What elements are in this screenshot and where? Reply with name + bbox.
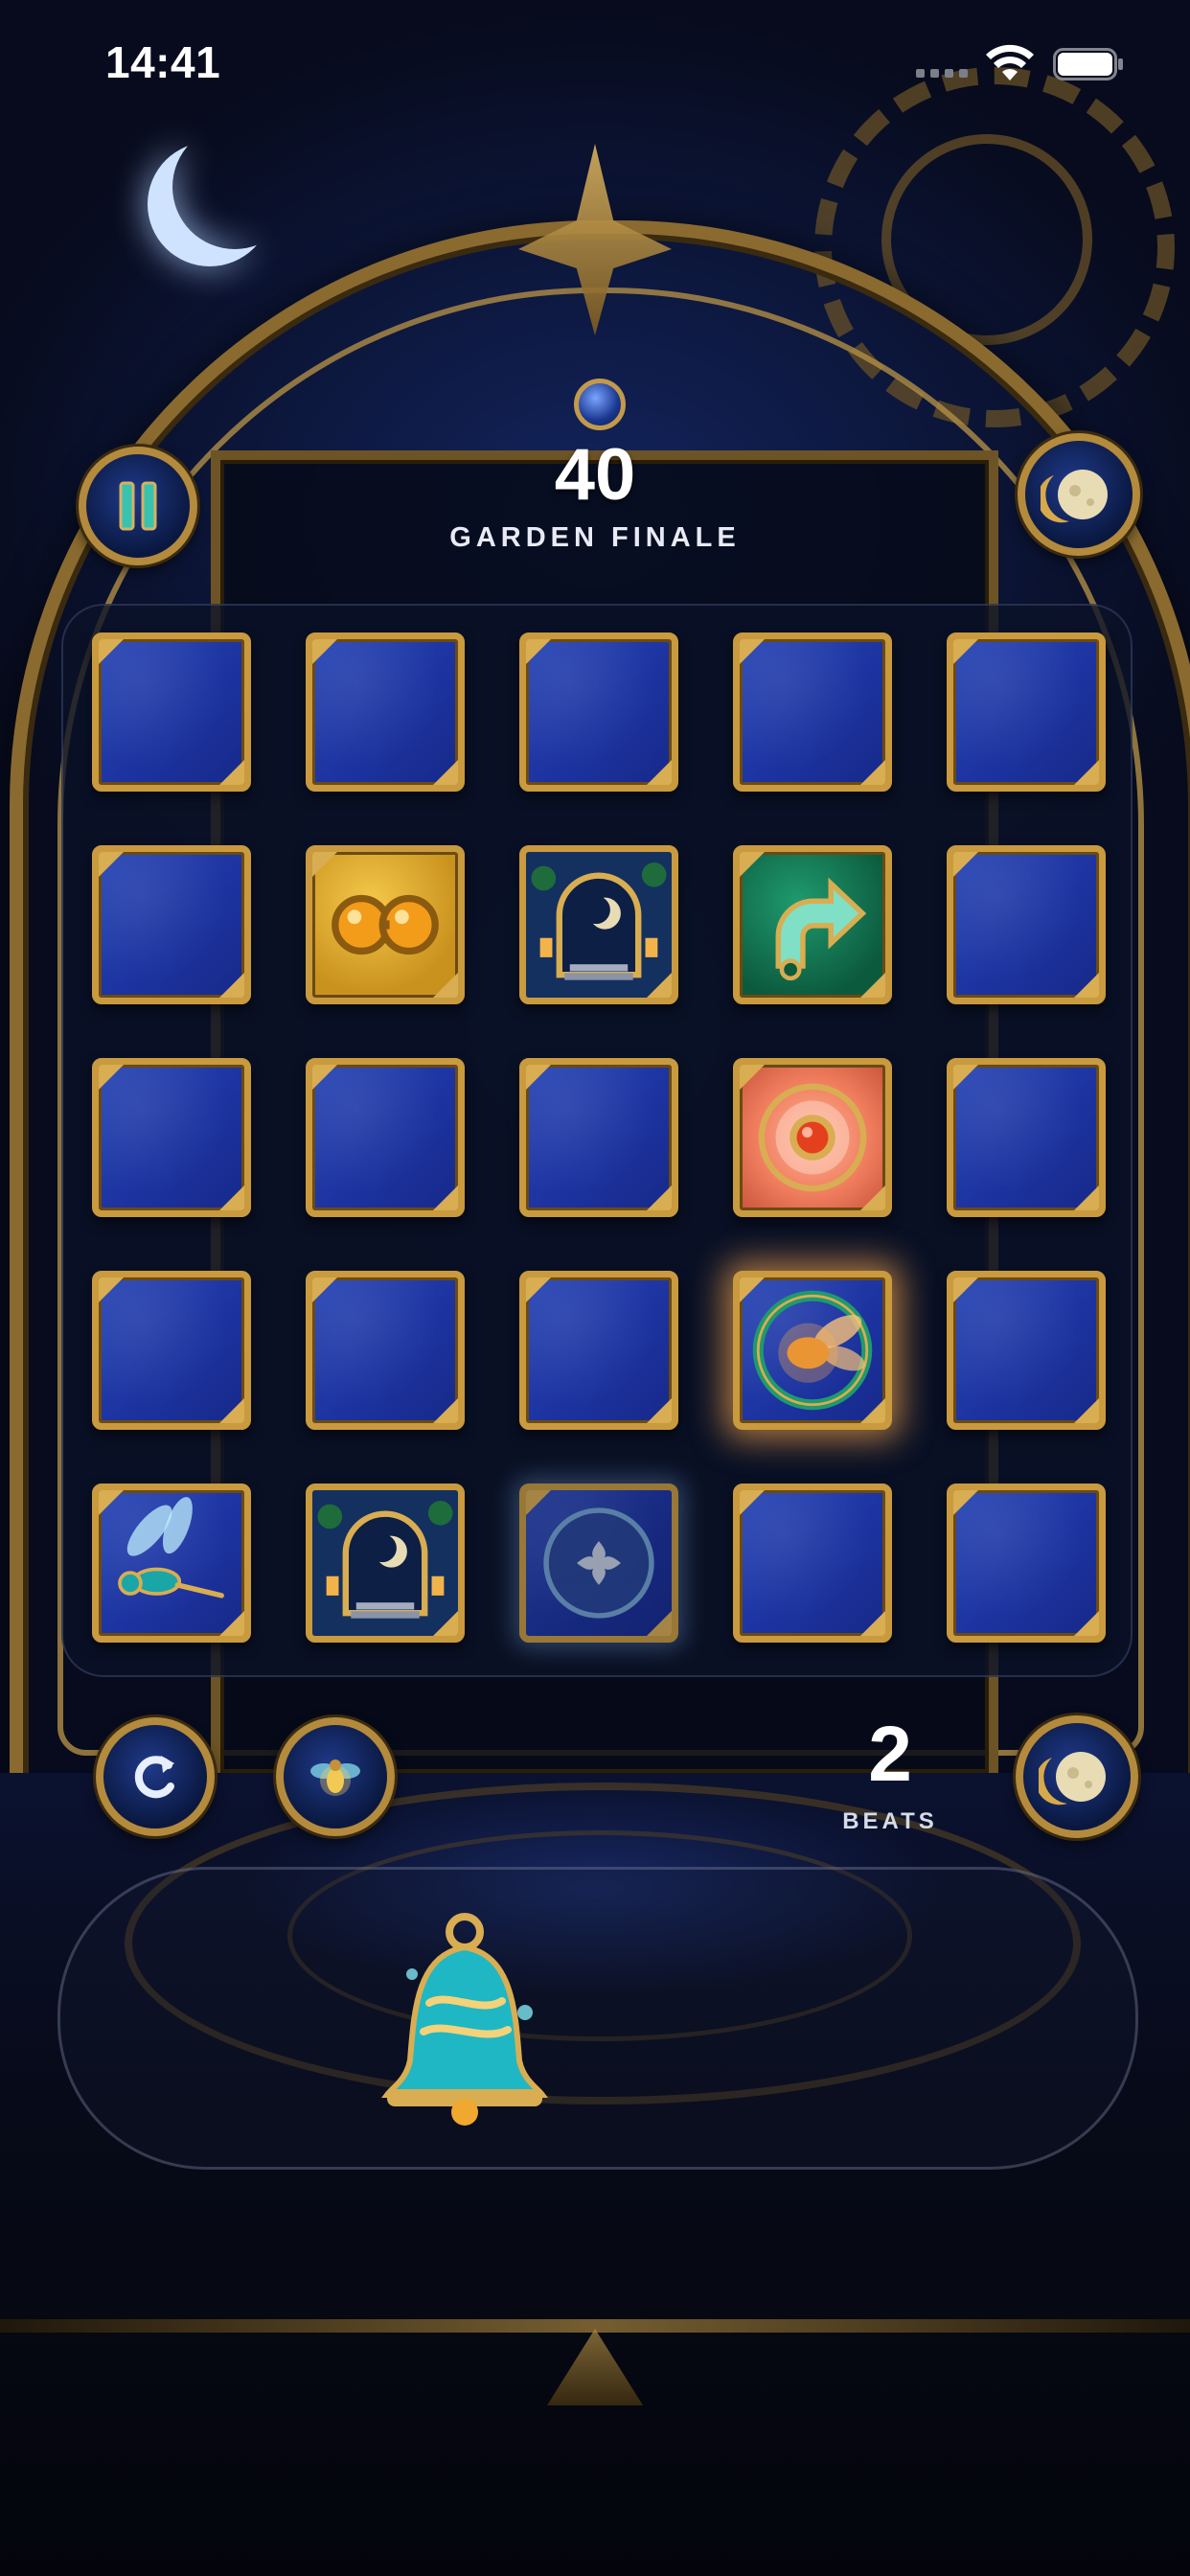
moon-icon <box>1039 1752 1106 1806</box>
score-value: 40 <box>554 434 636 516</box>
bell-icon[interactable] <box>374 1907 556 2128</box>
tile-hidden[interactable] <box>733 1484 892 1643</box>
moon-power-button[interactable] <box>1016 1715 1138 1838</box>
tile-hidden[interactable] <box>519 1271 678 1430</box>
cellular-signal-icon <box>916 69 968 78</box>
tile-hidden[interactable] <box>92 1058 251 1217</box>
dragonfly-icon <box>118 1497 224 1598</box>
pause-button[interactable] <box>79 447 197 565</box>
tile-firefly-ring[interactable] <box>733 1271 892 1430</box>
tile-hidden[interactable] <box>92 845 251 1004</box>
moon-gate-icon <box>312 1490 458 1636</box>
tile-target[interactable] <box>733 1058 892 1217</box>
level-title: GARDEN FINALE <box>449 522 741 553</box>
undo-icon <box>134 1756 174 1799</box>
pause-icon <box>119 481 157 531</box>
goggles-icon <box>332 894 439 955</box>
tile-hidden[interactable] <box>92 1271 251 1430</box>
tile-dragonfly[interactable] <box>92 1484 251 1643</box>
tile-hidden[interactable] <box>947 632 1106 792</box>
battery-icon <box>1053 48 1123 80</box>
crescent-moon-ornament <box>172 125 297 249</box>
tile-hidden[interactable] <box>947 1484 1106 1643</box>
moon-icon <box>1041 470 1108 523</box>
tile-hidden[interactable] <box>519 632 678 792</box>
target-icon <box>758 1083 867 1192</box>
moon-gate-icon <box>526 852 672 998</box>
tile-hidden[interactable] <box>92 632 251 792</box>
tile-hidden[interactable] <box>947 1058 1106 1217</box>
collection-tray <box>57 1867 1138 2170</box>
tile-hidden[interactable] <box>306 1271 465 1430</box>
beats-count: 2 <box>868 1711 912 1798</box>
tile-hidden[interactable] <box>306 632 465 792</box>
firefly-ring-icon <box>752 1290 873 1411</box>
undo-button[interactable] <box>96 1717 215 1836</box>
wifi-icon <box>986 44 1034 80</box>
tile-hidden[interactable] <box>306 1058 465 1217</box>
flower-orb-icon <box>543 1507 654 1619</box>
tile-moon-gate[interactable] <box>306 1484 465 1643</box>
tile-arrow[interactable] <box>733 845 892 1004</box>
moon-menu-button[interactable] <box>1018 433 1140 556</box>
tile-hidden[interactable] <box>947 845 1106 1004</box>
tile-hidden[interactable] <box>733 632 892 792</box>
status-time: 14:41 <box>105 37 221 87</box>
firefly-hint-icon <box>310 1760 360 1796</box>
tile-hidden[interactable] <box>519 1058 678 1217</box>
tile-board <box>61 604 1133 1677</box>
tile-hidden[interactable] <box>947 1271 1106 1430</box>
tile-flower-orb[interactable] <box>519 1484 678 1643</box>
tile-moon-gate[interactable] <box>519 845 678 1004</box>
tile-goggles[interactable] <box>306 845 465 1004</box>
beats-label: BEATS <box>842 1808 938 1834</box>
hint-button[interactable] <box>276 1717 395 1836</box>
arrow-icon <box>775 877 867 981</box>
game-screen: 14:41 40 GARDEN FINALE 2 BEATS <box>0 0 1190 2576</box>
crest-gem-ornament <box>574 379 626 430</box>
